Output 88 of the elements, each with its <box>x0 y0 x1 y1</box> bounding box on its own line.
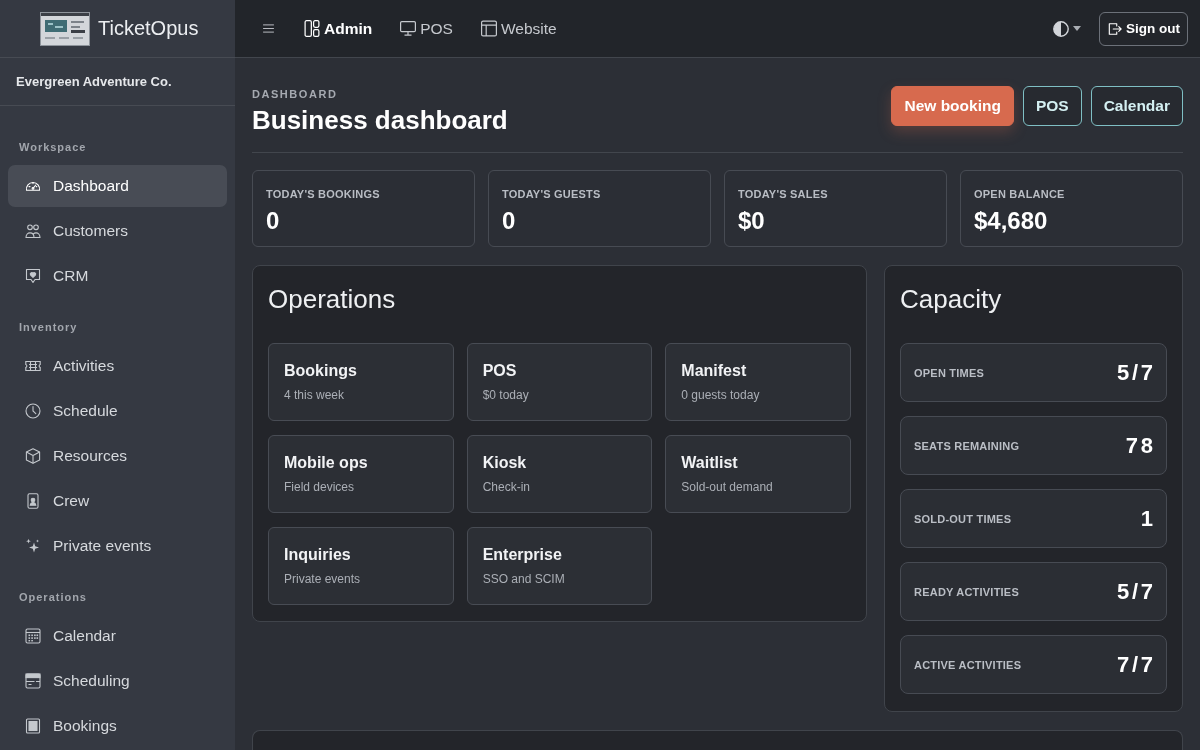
capacity-value: 5/7 <box>1117 578 1156 605</box>
stat-value: 0 <box>502 207 517 235</box>
section-heading: Operations <box>18 590 88 604</box>
nav-item[interactable]: Activities <box>8 345 227 387</box>
stat-label: TODAY'S BOOKINGS <box>266 187 381 201</box>
card-title: Mobile ops <box>284 453 369 473</box>
nav-item[interactable]: CRM <box>8 255 227 297</box>
panel-title: Operations <box>268 283 397 315</box>
calendar-icon <box>25 628 41 644</box>
stat-label: OPEN BALANCE <box>974 187 1066 201</box>
layout-icon <box>304 20 320 37</box>
nav-item[interactable]: Dashboard <box>8 165 227 207</box>
id-badge-icon <box>25 493 41 509</box>
card-subtitle: Check-in <box>482 480 531 495</box>
section-heading: Workspace <box>18 140 88 154</box>
nav-item[interactable]: Resources <box>8 435 227 477</box>
sign-out-button[interactable]: Sign out <box>1099 11 1188 46</box>
operation-card[interactable]: Enterprise SSO and SCIM <box>466 527 653 605</box>
nav-item[interactable]: Customers <box>8 210 227 252</box>
calendar-card-icon <box>25 673 41 689</box>
card-title: Bookings <box>284 361 358 381</box>
card-title: Manifest <box>681 361 748 381</box>
monitor-icon <box>400 20 417 37</box>
nav-item[interactable]: Calendar <box>8 615 227 657</box>
outline-button[interactable]: POS <box>1022 86 1082 126</box>
card-title: POS <box>482 361 518 381</box>
capacity-label: READY ACTIVITIES <box>914 585 1019 598</box>
theme-toggle[interactable] <box>1051 18 1083 39</box>
nav-item[interactable]: Private events <box>8 525 227 567</box>
operation-card[interactable]: Kiosk Check-in <box>466 435 653 513</box>
nav-tab[interactable]: Website <box>480 19 557 38</box>
brand-name: TicketOpus <box>98 17 199 40</box>
card-subtitle: 0 guests today <box>681 388 761 403</box>
operation-card[interactable]: Mobile ops Field devices <box>268 435 454 513</box>
card-title: Kiosk <box>482 453 528 473</box>
screenshot-thumbnail-icon <box>40 11 90 46</box>
nav-item[interactable]: Scheduling <box>8 660 227 702</box>
book-icon <box>25 718 41 734</box>
exit-icon <box>1108 21 1122 36</box>
menu-icon <box>263 24 274 33</box>
page-title: Business dashboard <box>252 104 508 136</box>
card-subtitle: Field devices <box>284 480 356 495</box>
stat-label: TODAY'S GUESTS <box>502 187 602 201</box>
stat-value: 0 <box>266 207 281 235</box>
card-subtitle: Private events <box>284 572 362 587</box>
capacity-value: 7/7 <box>1117 651 1156 678</box>
heart-speech-bubble-icon <box>25 268 41 284</box>
operation-card[interactable]: Bookings 4 this week <box>268 343 454 421</box>
capacity-label: SEATS REMAINING <box>914 439 1020 452</box>
stat-value: $0 <box>738 207 766 235</box>
section-heading: Inventory <box>18 320 79 334</box>
stat-label: TODAY'S SALES <box>738 187 829 201</box>
outline-button[interactable]: Calendar <box>1090 86 1183 126</box>
card-subtitle: $0 today <box>482 388 530 403</box>
operation-card[interactable]: Waitlist Sold-out demand <box>665 435 851 513</box>
caret-icon <box>1073 26 1081 31</box>
capacity-label: OPEN TIMES <box>914 366 985 379</box>
nav-tab[interactable]: POS <box>400 19 453 38</box>
card-title: Inquiries <box>284 545 352 565</box>
people-icon <box>25 223 41 239</box>
capacity-label: SOLD-OUT TIMES <box>914 512 1012 525</box>
operation-card[interactable]: POS $0 today <box>466 343 653 421</box>
panel-title: Capacity <box>900 283 1003 315</box>
capacity-value: 5/7 <box>1117 359 1156 386</box>
nav-item[interactable]: Crew <box>8 480 227 522</box>
operation-card[interactable]: Manifest 0 guests today <box>665 343 851 421</box>
menu-button[interactable] <box>261 22 276 35</box>
sparkle-icon <box>25 538 41 554</box>
nav-item[interactable]: Bookings <box>8 705 227 747</box>
ticket-icon <box>25 358 41 374</box>
operation-card[interactable]: Inquiries Private events <box>268 527 454 605</box>
capacity-label: ACTIVE ACTIVITIES <box>914 658 1022 671</box>
page-eyebrow: DASHBOARD <box>252 87 339 101</box>
capacity-value: 1 <box>1140 505 1156 532</box>
browser-window-icon <box>480 20 497 37</box>
card-subtitle: 4 this week <box>284 388 346 403</box>
capacity-value: 78 <box>1125 432 1156 459</box>
card-subtitle: Sold-out demand <box>681 480 774 495</box>
clock-icon <box>25 403 41 419</box>
nav-item[interactable]: Schedule <box>8 390 227 432</box>
contrast-icon <box>1053 20 1069 37</box>
card-title: Enterprise <box>482 545 563 565</box>
stat-value: $4,680 <box>974 207 1049 235</box>
card-subtitle: SSO and SCIM <box>482 572 566 587</box>
organization-name: Evergreen Adventure Co. <box>16 74 172 89</box>
nav-tab[interactable]: Admin <box>304 19 373 38</box>
cube-icon <box>25 448 41 464</box>
card-title: Waitlist <box>681 453 739 473</box>
